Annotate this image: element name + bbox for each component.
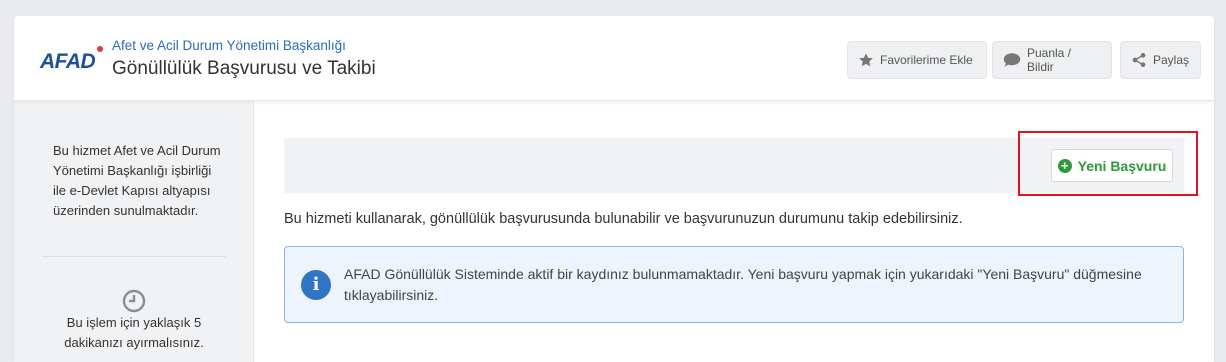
- logo-dot: [97, 46, 103, 52]
- new-application-label: Yeni Başvuru: [1077, 157, 1167, 174]
- rate-button[interactable]: Puanla / Bildir: [992, 41, 1112, 79]
- star-icon: [859, 53, 873, 67]
- sidebar: Bu hizmet Afet ve Acil Durum Yönetimi Ba…: [14, 101, 254, 362]
- service-description: Bu hizmeti kullanarak, gönüllülük başvur…: [284, 211, 963, 227]
- favorites-button[interactable]: Favorilerime Ekle: [847, 41, 987, 79]
- info-icon: i: [301, 270, 331, 300]
- plus-circle-icon: +: [1057, 158, 1072, 173]
- afad-logo[interactable]: AFAD: [40, 50, 96, 74]
- speech-bubble-icon: [1003, 53, 1021, 67]
- service-info-text: Bu hizmet Afet ve Acil Durum Yönetimi Ba…: [53, 143, 221, 218]
- alert-message: AFAD Gönüllülük Sisteminde aktif bir kay…: [344, 266, 1142, 303]
- page-header: AFAD Afet ve Acil Durum Yönetimi Başkanl…: [14, 16, 1214, 101]
- duration-text: Bu işlem için yaklaşık 5 dakikanızı ayır…: [64, 315, 204, 350]
- clock-icon: [122, 289, 146, 313]
- share-icon: [1132, 53, 1146, 67]
- sidebar-divider: [42, 256, 226, 257]
- main-content: + Yeni Başvuru Bu hizmeti kullanarak, gö…: [284, 101, 1214, 362]
- share-button[interactable]: Paylaş: [1120, 41, 1201, 79]
- service-card: AFAD Afet ve Acil Durum Yönetimi Başkanl…: [14, 16, 1214, 362]
- info-alert: i AFAD Gönüllülük Sisteminde aktif bir k…: [284, 246, 1184, 323]
- favorites-label: Favorilerime Ekle: [880, 53, 973, 67]
- share-label: Paylaş: [1153, 53, 1190, 67]
- new-application-button[interactable]: + Yeni Başvuru: [1051, 149, 1173, 182]
- rate-label: Puanla / Bildir: [1026, 46, 1072, 74]
- action-toolbar: [284, 138, 1184, 193]
- org-name-link[interactable]: Afet ve Acil Durum Yönetimi Başkanlığı: [112, 38, 346, 53]
- page-title: Gönüllülük Başvurusu ve Takibi: [112, 58, 376, 79]
